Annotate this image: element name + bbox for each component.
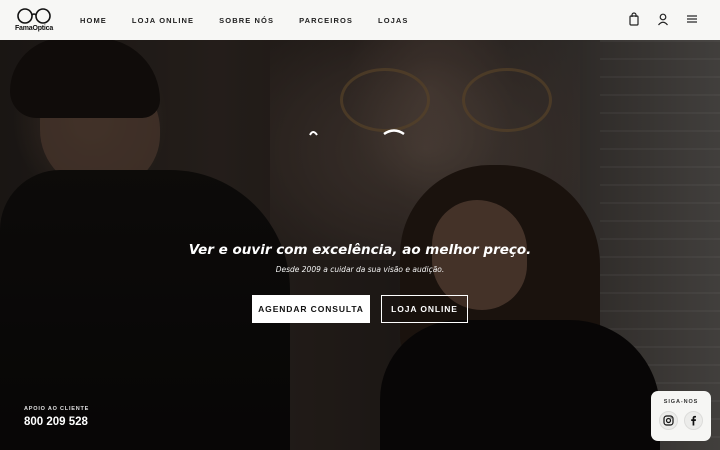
support-label: APOIO AO CLIENTE <box>24 406 90 412</box>
loja-online-button[interactable]: LOJA ONLINE <box>381 295 468 323</box>
instagram-icon[interactable] <box>659 411 678 430</box>
nav-home[interactable]: HOME <box>80 16 107 25</box>
brand-logo[interactable]: FamaOptica <box>14 7 54 33</box>
glasses-logo-icon <box>17 8 51 24</box>
nav-loja-online[interactable]: LOJA ONLINE <box>132 16 194 25</box>
social-title: SIGA-NOS <box>663 399 699 405</box>
shopping-bag-icon[interactable] <box>628 12 640 26</box>
nav-parceiros[interactable]: PARCEIROS <box>299 16 353 25</box>
brand-name: FamaOptica <box>14 25 54 32</box>
support-phone[interactable]: 800 209 528 <box>24 416 88 428</box>
nav-lojas[interactable]: LOJAS <box>378 16 409 25</box>
social-card: SIGA-NOS <box>651 391 711 441</box>
top-navbar: FamaOptica HOME LOJA ONLINE SOBRE NÓS PA… <box>0 0 720 40</box>
hero-background-image <box>0 0 720 450</box>
nav-icon-group <box>628 12 698 26</box>
menu-icon[interactable] <box>686 12 698 26</box>
agendar-consulta-button[interactable]: AGENDAR CONSULTA <box>252 295 370 323</box>
hero-glasses-mark-icon <box>309 129 405 136</box>
hero-tagline: Ver e ouvir com excelência, ao melhor pr… <box>188 242 532 258</box>
main-nav: HOME LOJA ONLINE SOBRE NÓS PARCEIROS LOJ… <box>80 16 434 25</box>
user-icon[interactable] <box>657 12 669 26</box>
nav-sobre-nos[interactable]: SOBRE NÓS <box>219 16 274 25</box>
facebook-icon[interactable] <box>684 411 703 430</box>
social-icon-row <box>651 411 711 430</box>
hero-subtagline: Desde 2009 a cuidar da sua visão e audiç… <box>275 265 445 274</box>
